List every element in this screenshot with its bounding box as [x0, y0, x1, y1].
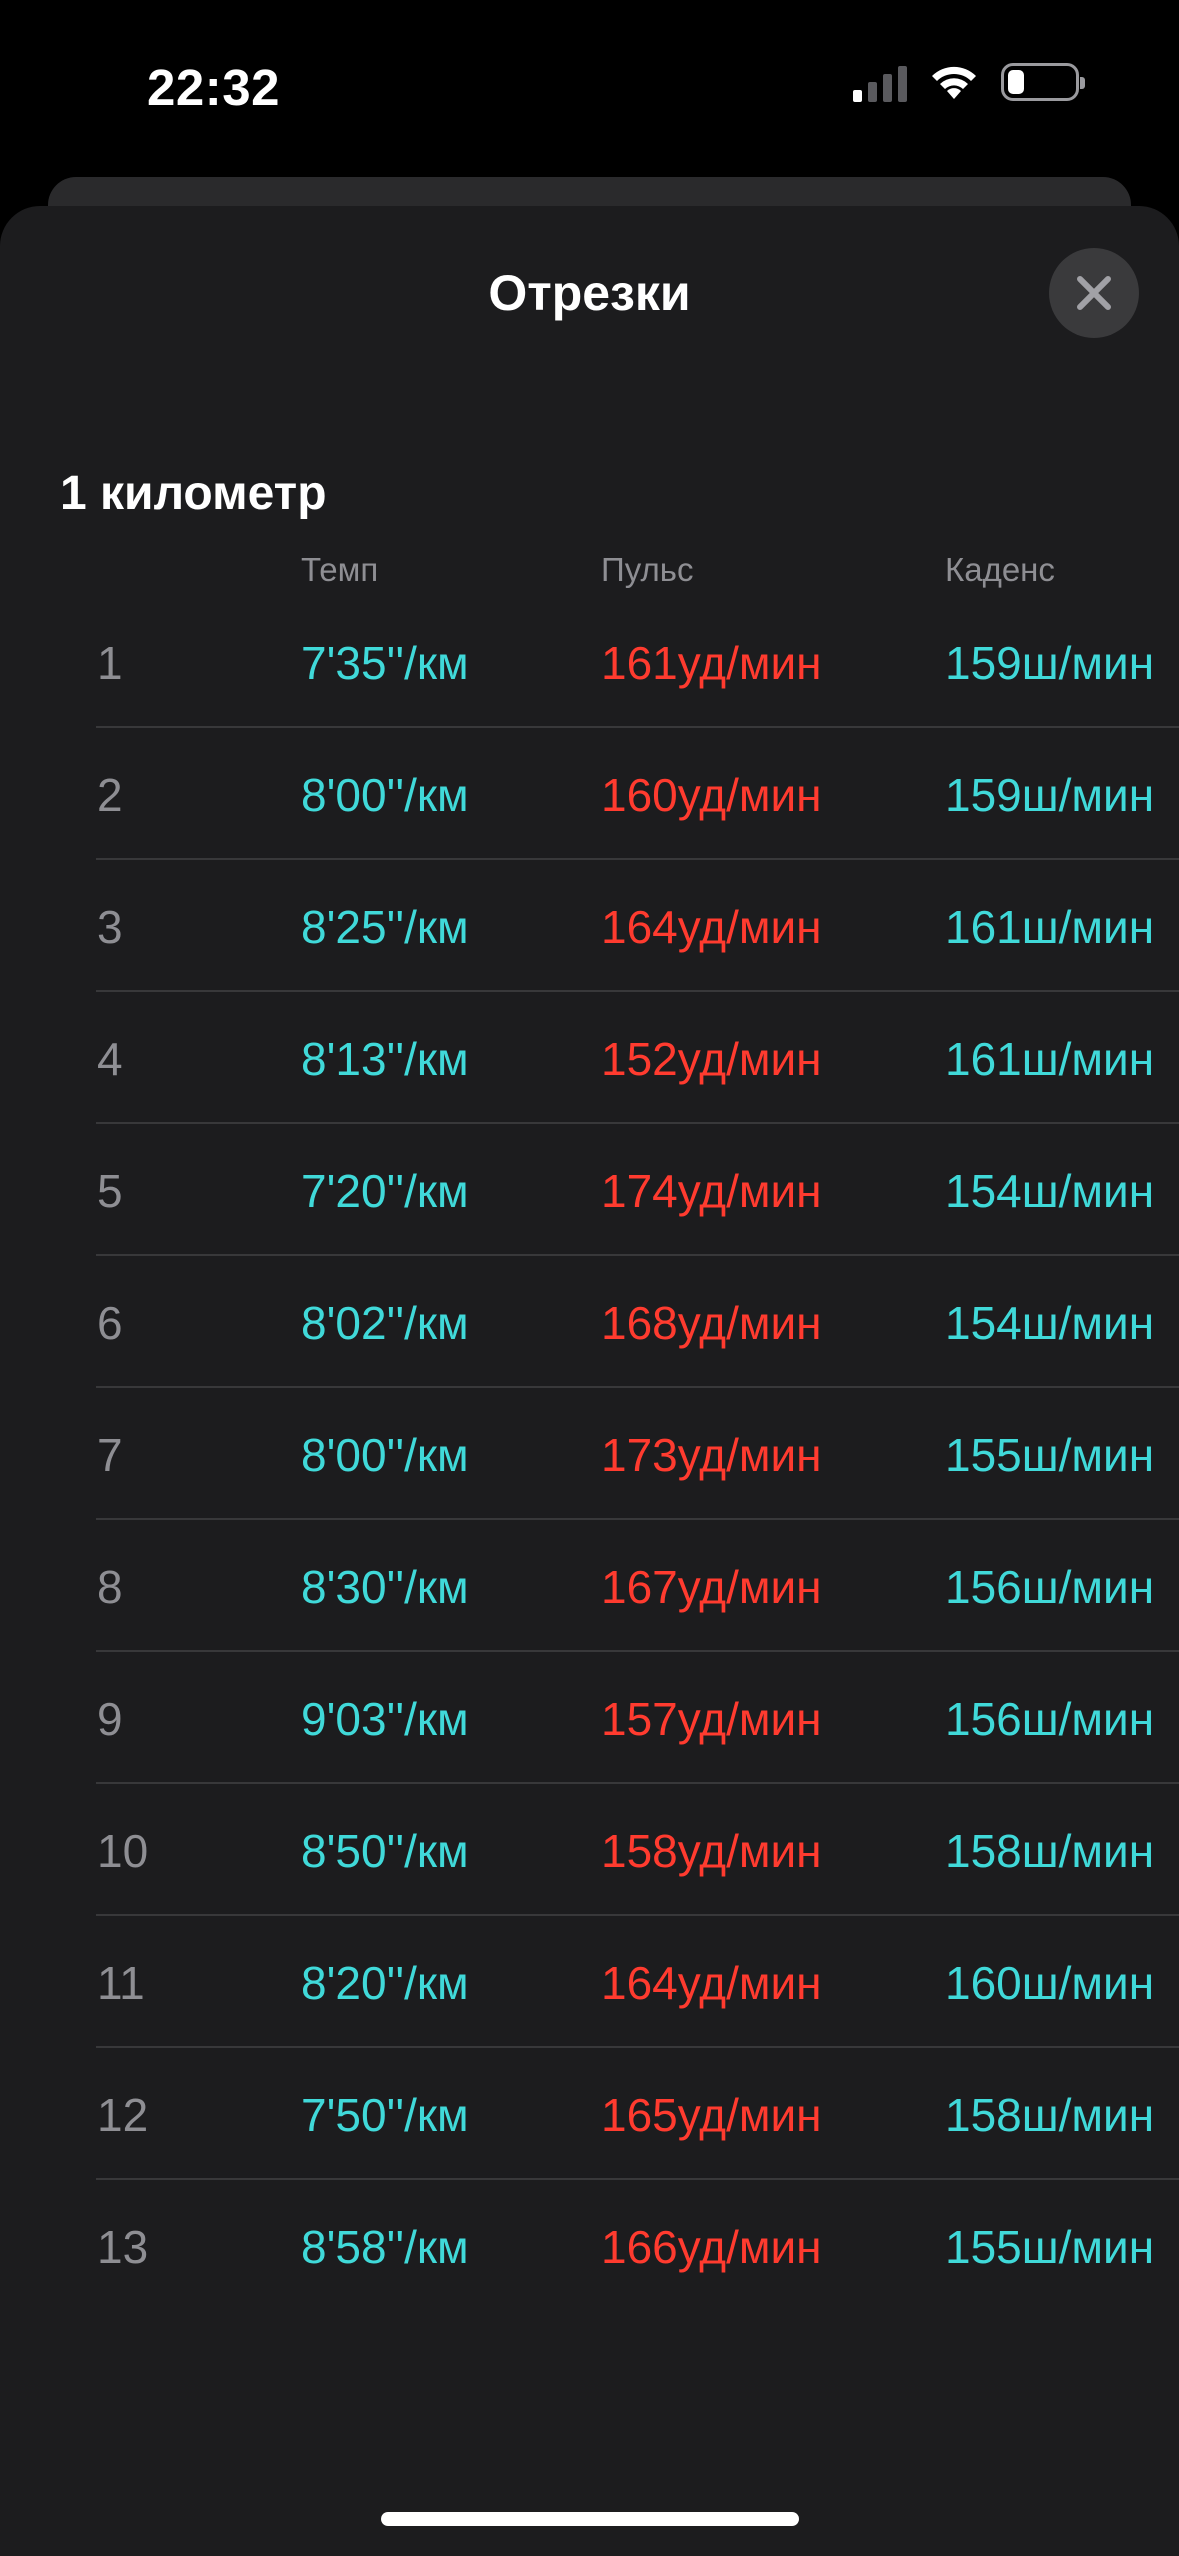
- split-row: 6 8'02''/км 168уд/мин 154ш/мин: [0, 1256, 1179, 1388]
- split-row: 5 7'20''/км 174уд/мин 154ш/мин: [0, 1124, 1179, 1256]
- column-header-hr: Пульс: [601, 551, 694, 588]
- screen: 22:32 Отрезки 1 километр Темп Пульс Каде…: [0, 0, 1179, 2556]
- split-number: 1: [97, 637, 123, 689]
- split-heart-rate: 166уд/мин: [601, 2221, 822, 2273]
- split-heart-rate: 157уд/мин: [601, 1693, 822, 1745]
- split-row: 1 7'35''/км 161уд/мин 159ш/мин: [0, 596, 1179, 728]
- split-heart-rate: 160уд/мин: [601, 769, 822, 821]
- split-cadence: 155ш/мин: [945, 1429, 1155, 1481]
- column-header-cadence: Каденс: [945, 551, 1055, 588]
- split-heart-rate: 165уд/мин: [601, 2089, 822, 2141]
- split-cadence: 155ш/мин: [945, 2221, 1155, 2273]
- split-number: 11: [97, 1957, 145, 2009]
- split-pace: 8'58''/км: [301, 2221, 469, 2273]
- column-header-pace: Темп: [301, 551, 379, 588]
- split-pace: 9'03''/км: [301, 1693, 469, 1745]
- split-row: 12 7'50''/км 165уд/мин 158ш/мин: [0, 2048, 1179, 2180]
- split-heart-rate: 168уд/мин: [601, 1297, 822, 1349]
- split-number: 12: [97, 2089, 149, 2141]
- split-number: 3: [97, 901, 123, 953]
- split-pace: 7'35''/км: [301, 637, 469, 689]
- split-row: 3 8'25''/км 164уд/мин 161ш/мин: [0, 860, 1179, 992]
- split-cadence: 161ш/мин: [945, 1033, 1155, 1085]
- split-pace: 8'13''/км: [301, 1033, 469, 1085]
- split-heart-rate: 164уд/мин: [601, 1957, 822, 2009]
- split-cadence: 154ш/мин: [945, 1297, 1155, 1349]
- close-icon: [1077, 276, 1111, 310]
- split-cadence: 156ш/мин: [945, 1561, 1155, 1613]
- close-button[interactable]: [1049, 248, 1139, 338]
- battery-icon: [1001, 63, 1085, 101]
- split-pace: 8'00''/км: [301, 769, 469, 821]
- split-heart-rate: 174уд/мин: [601, 1165, 822, 1217]
- split-row: 10 8'50''/км 158уд/мин 158ш/мин: [0, 1784, 1179, 1916]
- split-pace: 8'00''/км: [301, 1429, 469, 1481]
- split-heart-rate: 173уд/мин: [601, 1429, 822, 1481]
- split-row: 9 9'03''/км 157уд/мин 156ш/мин: [0, 1652, 1179, 1784]
- split-heart-rate: 161уд/мин: [601, 637, 822, 689]
- splits-list: 1 7'35''/км 161уд/мин 159ш/мин 2 8'00''/км 160…: [0, 596, 1179, 2312]
- split-pace: 8'50''/км: [301, 1825, 469, 1877]
- split-cadence: 156ш/мин: [945, 1693, 1155, 1745]
- split-cadence: 158ш/мин: [945, 2089, 1155, 2141]
- status-icons: [853, 62, 1085, 102]
- split-cadence: 159ш/мин: [945, 637, 1155, 689]
- splits-sheet: Отрезки 1 километр Темп Пульс Каденс 1 7'…: [0, 206, 1179, 2556]
- section-title: 1 километр: [60, 467, 327, 520]
- split-cadence: 160ш/мин: [945, 1957, 1155, 2009]
- split-pace: 8'25''/км: [301, 901, 469, 953]
- split-number: 9: [97, 1693, 123, 1745]
- split-row: 8 8'30''/км 167уд/мин 156ш/мин: [0, 1520, 1179, 1652]
- split-pace: 7'50''/км: [301, 2089, 469, 2141]
- split-heart-rate: 152уд/мин: [601, 1033, 822, 1085]
- split-heart-rate: 158уд/мин: [601, 1825, 822, 1877]
- split-row: 7 8'00''/км 173уд/мин 155ш/мин: [0, 1388, 1179, 1520]
- sheet-title: Отрезки: [488, 265, 691, 321]
- split-pace: 8'02''/км: [301, 1297, 469, 1349]
- split-cadence: 161ш/мин: [945, 901, 1155, 953]
- split-number: 2: [97, 769, 123, 821]
- split-row: 13 8'58''/км 166уд/мин 155ш/мин: [0, 2180, 1179, 2312]
- split-number: 5: [97, 1165, 123, 1217]
- split-number: 7: [97, 1429, 123, 1481]
- split-number: 13: [97, 2221, 149, 2273]
- split-heart-rate: 167уд/мин: [601, 1561, 822, 1613]
- split-number: 10: [97, 1825, 149, 1877]
- status-bar: 22:32: [0, 0, 1179, 170]
- split-number: 8: [97, 1561, 123, 1613]
- split-heart-rate: 164уд/мин: [601, 901, 822, 953]
- split-cadence: 154ш/мин: [945, 1165, 1155, 1217]
- split-number: 6: [97, 1297, 123, 1349]
- split-pace: 8'20''/км: [301, 1957, 469, 2009]
- status-time: 22:32: [147, 59, 280, 116]
- split-row: 2 8'00''/км 160уд/мин 159ш/мин: [0, 728, 1179, 860]
- split-cadence: 158ш/мин: [945, 1825, 1155, 1877]
- split-pace: 8'30''/км: [301, 1561, 469, 1613]
- split-row: 4 8'13''/км 152уд/мин 161ш/мин: [0, 992, 1179, 1124]
- split-number: 4: [97, 1033, 123, 1085]
- cellular-signal-icon: [853, 62, 907, 102]
- home-indicator[interactable]: [381, 2512, 799, 2526]
- wifi-icon: [932, 66, 976, 99]
- split-pace: 7'20''/км: [301, 1165, 469, 1217]
- split-cadence: 159ш/мин: [945, 769, 1155, 821]
- split-row: 11 8'20''/км 164уд/мин 160ш/мин: [0, 1916, 1179, 2048]
